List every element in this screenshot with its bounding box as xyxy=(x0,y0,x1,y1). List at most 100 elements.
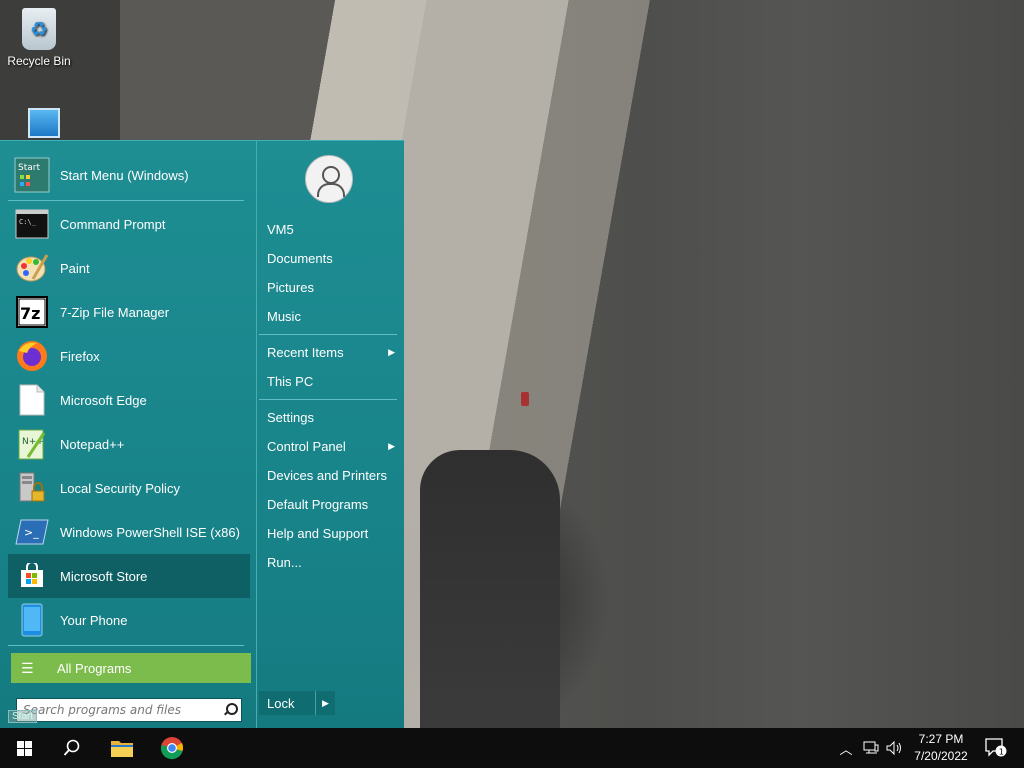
app-item-7zip[interactable]: 7z 7-Zip File Manager xyxy=(8,290,250,334)
place-label: Run... xyxy=(267,554,302,570)
place-settings[interactable]: Settings xyxy=(259,403,399,431)
place-music[interactable]: Music xyxy=(259,302,399,330)
place-user-folder[interactable]: VM5 xyxy=(259,215,399,243)
app-item-paint[interactable]: Paint xyxy=(8,246,250,290)
file-explorer-taskbar-button[interactable] xyxy=(98,728,146,768)
start-button[interactable] xyxy=(0,728,48,768)
place-pictures[interactable]: Pictures xyxy=(259,273,399,301)
separator xyxy=(259,399,397,400)
network-icon[interactable] xyxy=(860,728,882,768)
store-icon xyxy=(14,558,50,594)
7zip-icon: 7z xyxy=(14,294,50,330)
app-label: Notepad++ xyxy=(60,436,125,452)
place-label: VM5 xyxy=(267,221,294,237)
clock-date: 7/20/2022 xyxy=(914,749,968,763)
app-item-powershell-ise[interactable]: >_ Windows PowerShell ISE (x86) xyxy=(8,510,250,554)
place-label: Control Panel xyxy=(267,438,346,454)
search-taskbar-button[interactable] xyxy=(48,728,96,768)
separator xyxy=(8,645,244,646)
start-tooltip: Start xyxy=(8,710,38,723)
lock-label: Lock xyxy=(267,695,295,711)
climber-figure xyxy=(521,392,529,406)
place-this-pc[interactable]: This PC xyxy=(259,367,399,395)
chrome-icon xyxy=(160,737,184,760)
separator xyxy=(259,334,397,335)
place-recent-items[interactable]: Recent Items ▶ xyxy=(259,338,399,366)
place-label: Documents xyxy=(267,250,333,266)
command-prompt-icon: C:\_ xyxy=(14,206,50,242)
app-item-command-prompt[interactable]: C:\_ Command Prompt xyxy=(8,202,250,246)
all-programs-button[interactable]: ☰ All Programs xyxy=(11,653,251,683)
app-label: Paint xyxy=(60,260,90,276)
pinned-start-menu-windows[interactable]: Start Start Menu (Windows) xyxy=(8,153,250,197)
powershell-ise-icon: >_ xyxy=(14,514,50,550)
svg-text:C:\_: C:\_ xyxy=(19,218,37,226)
search-icon xyxy=(63,739,80,756)
user-avatar-icon[interactable] xyxy=(305,155,353,203)
app-item-local-security-policy[interactable]: Local Security Policy xyxy=(8,466,250,510)
place-label: Default Programs xyxy=(267,496,369,512)
this-pc-desktop-icon[interactable] xyxy=(28,108,60,138)
app-label: Microsoft Store xyxy=(60,568,148,584)
start-menu: Start Start Menu (Windows) C:\_ Command … xyxy=(0,140,404,729)
app-item-microsoft-edge[interactable]: Microsoft Edge xyxy=(8,378,250,422)
app-item-microsoft-store[interactable]: Microsoft Store xyxy=(8,554,250,598)
place-run[interactable]: Run... xyxy=(259,548,399,576)
place-default-programs[interactable]: Default Programs xyxy=(259,490,399,518)
paint-icon xyxy=(14,250,50,286)
place-label: Recent Items xyxy=(267,344,344,360)
search-input[interactable] xyxy=(23,703,219,717)
app-label: Command Prompt xyxy=(60,216,166,232)
notification-icon: 1 xyxy=(985,738,1007,757)
app-item-firefox[interactable]: Firefox xyxy=(8,334,250,378)
place-help-support[interactable]: Help and Support xyxy=(259,519,399,547)
app-label: Local Security Policy xyxy=(60,480,180,496)
firefox-icon xyxy=(14,338,50,374)
taskbar: ︿ 7:27 PM 7/20/2022 1 xyxy=(0,728,1024,768)
app-label: Windows PowerShell ISE (x86) xyxy=(60,524,240,540)
clock[interactable]: 7:27 PM 7/20/2022 xyxy=(906,728,976,768)
place-control-panel[interactable]: Control Panel ▶ xyxy=(259,432,399,460)
start-menu-icon: Start xyxy=(14,157,50,193)
svg-text:>_: >_ xyxy=(24,526,39,539)
notification-count: 1 xyxy=(999,747,1004,756)
place-documents[interactable]: Documents xyxy=(259,244,399,272)
all-programs-label: All Programs xyxy=(57,660,132,676)
svg-text:7z: 7z xyxy=(20,304,40,323)
app-label: Your Phone xyxy=(60,612,128,628)
action-center-button[interactable]: 1 xyxy=(978,728,1014,768)
windows-logo-icon xyxy=(16,740,32,756)
recycle-bin-icon: ♻ xyxy=(22,8,56,50)
show-hidden-icons-chevron-icon[interactable]: ︿ xyxy=(836,728,856,768)
place-devices-printers[interactable]: Devices and Printers xyxy=(259,461,399,489)
search-icon[interactable] xyxy=(223,703,238,717)
place-label: Settings xyxy=(267,409,314,425)
start-menu-programs-pane: Start Start Menu (Windows) C:\_ Command … xyxy=(8,149,256,722)
place-label: Pictures xyxy=(267,279,314,295)
folder-icon xyxy=(111,741,133,757)
recycle-bin-desktop-icon[interactable]: ♻ Recycle Bin xyxy=(3,8,75,68)
chevron-right-icon: ▶ xyxy=(388,346,395,357)
place-label: Music xyxy=(267,308,301,324)
place-label: This PC xyxy=(267,373,314,389)
power-options-chevron-icon[interactable]: ▶ xyxy=(315,691,335,715)
app-item-notepadpp[interactable]: N++ Notepad++ xyxy=(8,422,250,466)
recycle-bin-label: Recycle Bin xyxy=(7,54,71,68)
app-item-your-phone[interactable]: Your Phone xyxy=(8,598,250,642)
search-box[interactable] xyxy=(16,698,242,722)
volume-icon[interactable] xyxy=(884,728,906,768)
separator xyxy=(8,200,244,201)
chrome-taskbar-button[interactable] xyxy=(148,728,196,768)
app-label: Start Menu (Windows) xyxy=(60,167,189,183)
clock-time: 7:27 PM xyxy=(918,732,964,746)
lock-button[interactable]: Lock ▶ xyxy=(259,691,335,715)
place-label: Help and Support xyxy=(267,525,369,541)
security-policy-icon xyxy=(14,470,50,506)
notepadpp-icon: N++ xyxy=(14,426,50,462)
edge-icon xyxy=(14,382,50,418)
chevron-right-icon: ▶ xyxy=(388,440,395,451)
start-icon-text: Start xyxy=(18,163,40,173)
list-icon: ☰ xyxy=(21,659,34,676)
phone-icon xyxy=(14,602,50,638)
app-label: 7-Zip File Manager xyxy=(60,304,170,320)
